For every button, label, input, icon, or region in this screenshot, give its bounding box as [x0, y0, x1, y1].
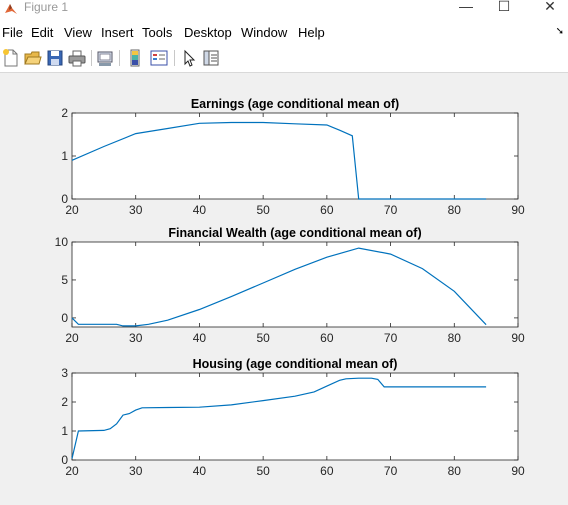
x-tick-label: 80	[448, 203, 462, 217]
edit-plot-arrow-icon[interactable]	[180, 49, 198, 67]
x-tick-label: 50	[256, 331, 270, 345]
x-tick-label: 70	[384, 331, 398, 345]
figure-toolbar	[0, 44, 568, 73]
axes-box	[71, 241, 519, 328]
window-title: Figure 1	[24, 0, 69, 14]
y-tick-label: 0	[61, 311, 68, 325]
y-tick-label: 5	[61, 273, 68, 287]
subplot-title: Housing (age conditional mean of)	[193, 357, 398, 371]
window-titlebar: Figure 1 — ☐ ✕	[0, 0, 568, 20]
figure-canvas: Earnings (age conditional mean of) 20 30 40…	[0, 73, 568, 500]
x-tick-label: 20	[65, 331, 79, 345]
x-tick-label: 60	[320, 203, 334, 217]
x-tick-label: 60	[320, 331, 334, 345]
x-tick-label: 80	[448, 331, 462, 345]
link-plot-icon[interactable]	[96, 49, 114, 67]
menu-file[interactable]: File	[2, 25, 23, 40]
x-tick-label: 70	[384, 464, 398, 478]
axes-box	[71, 372, 519, 461]
y-tick-label: 0	[61, 453, 68, 467]
x-tick-label: 60	[320, 464, 334, 478]
y-tick-label: 1	[61, 149, 68, 163]
insert-legend-icon[interactable]	[150, 49, 168, 67]
x-tick-label: 50	[256, 464, 270, 478]
menu-view[interactable]: View	[64, 25, 92, 40]
x-tick-label: 90	[511, 331, 525, 345]
y-tick-label: 1	[61, 424, 68, 438]
open-file-icon[interactable]	[24, 49, 42, 67]
menu-desktop[interactable]: Desktop	[184, 25, 232, 40]
insert-colorbar-icon[interactable]	[126, 49, 144, 67]
toolbar-separator	[91, 50, 92, 66]
x-tick-label: 90	[511, 203, 525, 217]
save-icon[interactable]	[46, 49, 64, 67]
toolbar-separator	[174, 50, 175, 66]
x-tick-label: 40	[193, 203, 207, 217]
x-tick-label: 70	[384, 203, 398, 217]
x-tick-label: 40	[193, 464, 207, 478]
y-tick-label: 10	[55, 235, 69, 249]
x-tick-label: 80	[448, 464, 462, 478]
dock-pin-icon[interactable]: ➘	[556, 26, 564, 37]
print-icon[interactable]	[68, 49, 86, 67]
new-figure-icon[interactable]	[2, 49, 20, 67]
subplots-svg: Earnings (age conditional mean of)20 30 40…	[55, 97, 525, 478]
menu-bar: File Edit View Insert Tools Desktop Wind…	[0, 20, 568, 44]
x-tick-label: 30	[129, 464, 143, 478]
y-tick-label: 3	[61, 366, 68, 380]
x-tick-label: 30	[129, 203, 143, 217]
matlab-logo-icon	[5, 4, 17, 14]
x-tick-label: 90	[511, 464, 525, 478]
x-tick-label: 30	[129, 331, 143, 345]
minimize-button[interactable]: —	[446, 0, 486, 14]
x-tick-label: 40	[193, 331, 207, 345]
menu-help[interactable]: Help	[298, 25, 325, 40]
axes-box	[71, 112, 519, 200]
menu-edit[interactable]: Edit	[31, 25, 53, 40]
close-button[interactable]: ✕	[530, 0, 568, 14]
menu-tools[interactable]: Tools	[142, 25, 172, 40]
subplot-title: Financial Wealth (age conditional mean o…	[168, 226, 421, 240]
x-tick-label: 50	[256, 203, 270, 217]
property-inspector-icon[interactable]	[202, 49, 220, 67]
toolbar-separator	[119, 50, 120, 66]
y-tick-label: 2	[61, 395, 68, 409]
y-tick-label: 0	[61, 192, 68, 206]
menu-window[interactable]: Window	[241, 25, 287, 40]
maximize-button[interactable]: ☐	[484, 0, 524, 14]
y-tick-label: 2	[61, 106, 68, 120]
subplot-title: Earnings (age conditional mean of)	[191, 97, 399, 111]
menu-insert[interactable]: Insert	[101, 25, 134, 40]
